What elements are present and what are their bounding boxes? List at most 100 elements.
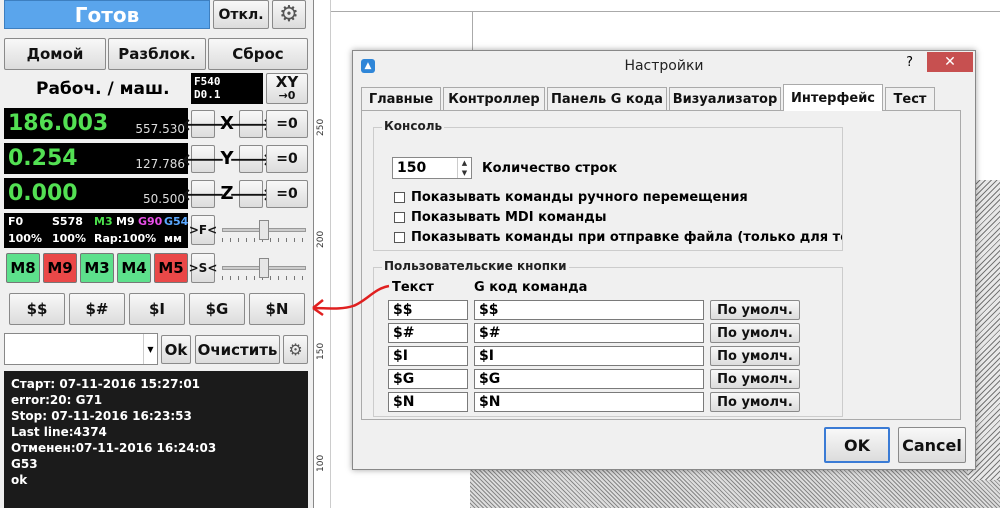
y-coordinate-display: 0.254 127.786 bbox=[4, 143, 188, 174]
custom-buttons-group: Пользовательские кнопки Текст G код кома… bbox=[373, 259, 843, 417]
reset-button[interactable]: Сброс bbox=[208, 38, 308, 70]
custom-button-1[interactable]: $$ bbox=[9, 293, 65, 325]
ruler-label: 150 bbox=[316, 342, 326, 360]
show-mdi-commands-checkbox[interactable]: Показывать MDI команды bbox=[394, 210, 606, 225]
default-button[interactable]: По умолч. bbox=[710, 369, 800, 389]
tab-test[interactable]: Тест bbox=[885, 87, 935, 110]
cancel-button[interactable]: Cancel bbox=[898, 427, 966, 463]
z-plus-button[interactable]: 🡒 bbox=[230, 180, 272, 208]
x-zero-button[interactable]: =0 bbox=[266, 110, 308, 138]
button-text-input[interactable]: $# bbox=[388, 323, 468, 343]
console-line: ok bbox=[11, 473, 28, 487]
x-coordinate-display: 186.003 557.530 bbox=[4, 108, 188, 139]
interface-tab-page: Консоль 150 ▲ ▼ Количество строк Показыва… bbox=[361, 110, 961, 420]
button-gcode-input[interactable]: $N bbox=[474, 392, 704, 412]
gear-icon: ⚙ bbox=[279, 2, 299, 27]
z-coordinate-display: 0.000 50.500 bbox=[4, 178, 188, 209]
custom-buttons-group-title: Пользовательские кнопки bbox=[382, 259, 569, 273]
chevron-down-icon[interactable]: ▼ bbox=[143, 334, 157, 364]
line-count-label: Количество строк bbox=[482, 161, 618, 176]
custom-button-3[interactable]: $I bbox=[129, 293, 185, 325]
y-zero-button[interactable]: =0 bbox=[266, 145, 308, 173]
y-plus-button[interactable]: 🡒 bbox=[230, 145, 272, 173]
console-line: G53 bbox=[11, 457, 38, 471]
clear-button[interactable]: Очистить bbox=[195, 335, 280, 364]
send-ok-button[interactable]: Ok bbox=[161, 335, 191, 364]
ok-button[interactable]: OK bbox=[824, 427, 890, 463]
close-button[interactable]: ✕ bbox=[927, 52, 973, 72]
button-gcode-input[interactable]: $# bbox=[474, 323, 704, 343]
m9-button[interactable]: M9 bbox=[43, 253, 77, 283]
tab-general[interactable]: Главные bbox=[361, 87, 441, 110]
m8-button[interactable]: M8 bbox=[6, 253, 40, 283]
x-plus-button[interactable]: 🡒 bbox=[230, 110, 272, 138]
settings-dialog: ▲ Настройки ? ✕ Главные Контроллер Панел… bbox=[352, 50, 976, 470]
console-line: Отменен:07-11-2016 16:24:03 bbox=[11, 441, 217, 455]
vertical-ruler: 250 200 150 100 bbox=[313, 0, 331, 508]
disconnect-button[interactable]: Откл. bbox=[213, 0, 269, 29]
default-button[interactable]: По умолч. bbox=[710, 346, 800, 366]
console-settings-button[interactable]: ⚙ bbox=[283, 335, 308, 364]
default-button[interactable]: По умолч. bbox=[710, 392, 800, 412]
home-button[interactable]: Домой bbox=[4, 38, 106, 70]
line-count-spinbox[interactable]: 150 ▲ ▼ bbox=[392, 157, 472, 179]
button-gcode-input[interactable]: $$ bbox=[474, 300, 704, 320]
button-gcode-input[interactable]: $I bbox=[474, 346, 704, 366]
command-input[interactable]: ▼ bbox=[4, 333, 158, 365]
spindle-override-slider[interactable] bbox=[222, 253, 306, 283]
tab-controller[interactable]: Контроллер bbox=[443, 87, 545, 110]
y-minus-button[interactable]: 🡐 bbox=[182, 145, 224, 173]
feed-info: F540 D0.1 bbox=[191, 73, 263, 104]
show-jog-commands-checkbox[interactable]: Показывать команды ручного перемещения bbox=[394, 190, 748, 205]
x-minus-button[interactable]: 🡐 bbox=[182, 110, 224, 138]
button-text-input[interactable]: $I bbox=[388, 346, 468, 366]
machine-status-box: F0 S578 M3 M9 G90 G54 100% 100% Rap:100%… bbox=[4, 213, 188, 248]
spin-arrows-icon[interactable]: ▲ ▼ bbox=[457, 158, 471, 178]
help-button[interactable]: ? bbox=[906, 55, 913, 70]
tab-gcode-panel[interactable]: Панель G кода bbox=[547, 87, 667, 110]
slider-thumb[interactable] bbox=[259, 258, 269, 278]
xy-zero-button[interactable]: XY →0 bbox=[266, 73, 308, 104]
console-group: Консоль 150 ▲ ▼ Количество строк Показыва… bbox=[373, 119, 843, 251]
slider-thumb[interactable] bbox=[259, 220, 269, 240]
horizontal-ruler bbox=[331, 0, 1000, 12]
console-group-title: Консоль bbox=[382, 119, 445, 133]
feed-override-button[interactable]: >F< bbox=[189, 215, 217, 245]
ruler-label: 200 bbox=[316, 230, 326, 248]
m3-button[interactable]: M3 bbox=[80, 253, 114, 283]
z-minus-button[interactable]: 🡐 bbox=[182, 180, 224, 208]
console-line: Stop: 07-11-2016 16:23:53 bbox=[11, 409, 192, 423]
unlock-button[interactable]: Разблок. bbox=[108, 38, 206, 70]
machine-state: Готов bbox=[4, 0, 210, 29]
tab-interface[interactable]: Интерфейс bbox=[783, 84, 883, 111]
default-button[interactable]: По умолч. bbox=[710, 300, 800, 320]
column-header-gcode: G код команда bbox=[474, 280, 588, 295]
gear-icon: ⚙ bbox=[288, 340, 303, 359]
show-file-commands-checkbox[interactable]: Показывать команды при отправке файла (т… bbox=[394, 230, 842, 245]
m4-button[interactable]: M4 bbox=[117, 253, 151, 283]
dialog-title: Настройки bbox=[624, 58, 704, 74]
ruler-label: 100 bbox=[316, 454, 326, 472]
annotation-arrow bbox=[312, 284, 390, 317]
settings-button[interactable]: ⚙ bbox=[272, 0, 306, 29]
m5-button[interactable]: M5 bbox=[154, 253, 188, 283]
z-zero-button[interactable]: =0 bbox=[266, 180, 308, 208]
coord-mode-label[interactable]: Рабоч. / маш. bbox=[36, 79, 170, 99]
button-text-input[interactable]: $N bbox=[388, 392, 468, 412]
custom-button-2[interactable]: $# bbox=[69, 293, 125, 325]
tab-visualizer[interactable]: Визуализатор bbox=[669, 87, 781, 110]
console-log: Старт: 07-11-2016 15:27:01 error:20: G71… bbox=[4, 371, 308, 508]
button-gcode-input[interactable]: $G bbox=[474, 369, 704, 389]
control-panel: Готов Откл. ⚙ Домой Разблок. Сброс Рабоч… bbox=[0, 0, 312, 508]
custom-button-5[interactable]: $N bbox=[249, 293, 305, 325]
custom-button-4[interactable]: $G bbox=[189, 293, 245, 325]
default-button[interactable]: По умолч. bbox=[710, 323, 800, 343]
console-line: Last line:4374 bbox=[11, 425, 107, 439]
workpiece-image bbox=[470, 470, 1000, 508]
dialog-titlebar[interactable]: ▲ Настройки ? ✕ bbox=[353, 51, 975, 81]
button-text-input[interactable]: $G bbox=[388, 369, 468, 389]
console-line: Старт: 07-11-2016 15:27:01 bbox=[11, 377, 201, 391]
console-line: error:20: G71 bbox=[11, 393, 103, 407]
spindle-override-button[interactable]: >S< bbox=[189, 253, 217, 283]
feed-override-slider[interactable] bbox=[222, 215, 306, 245]
